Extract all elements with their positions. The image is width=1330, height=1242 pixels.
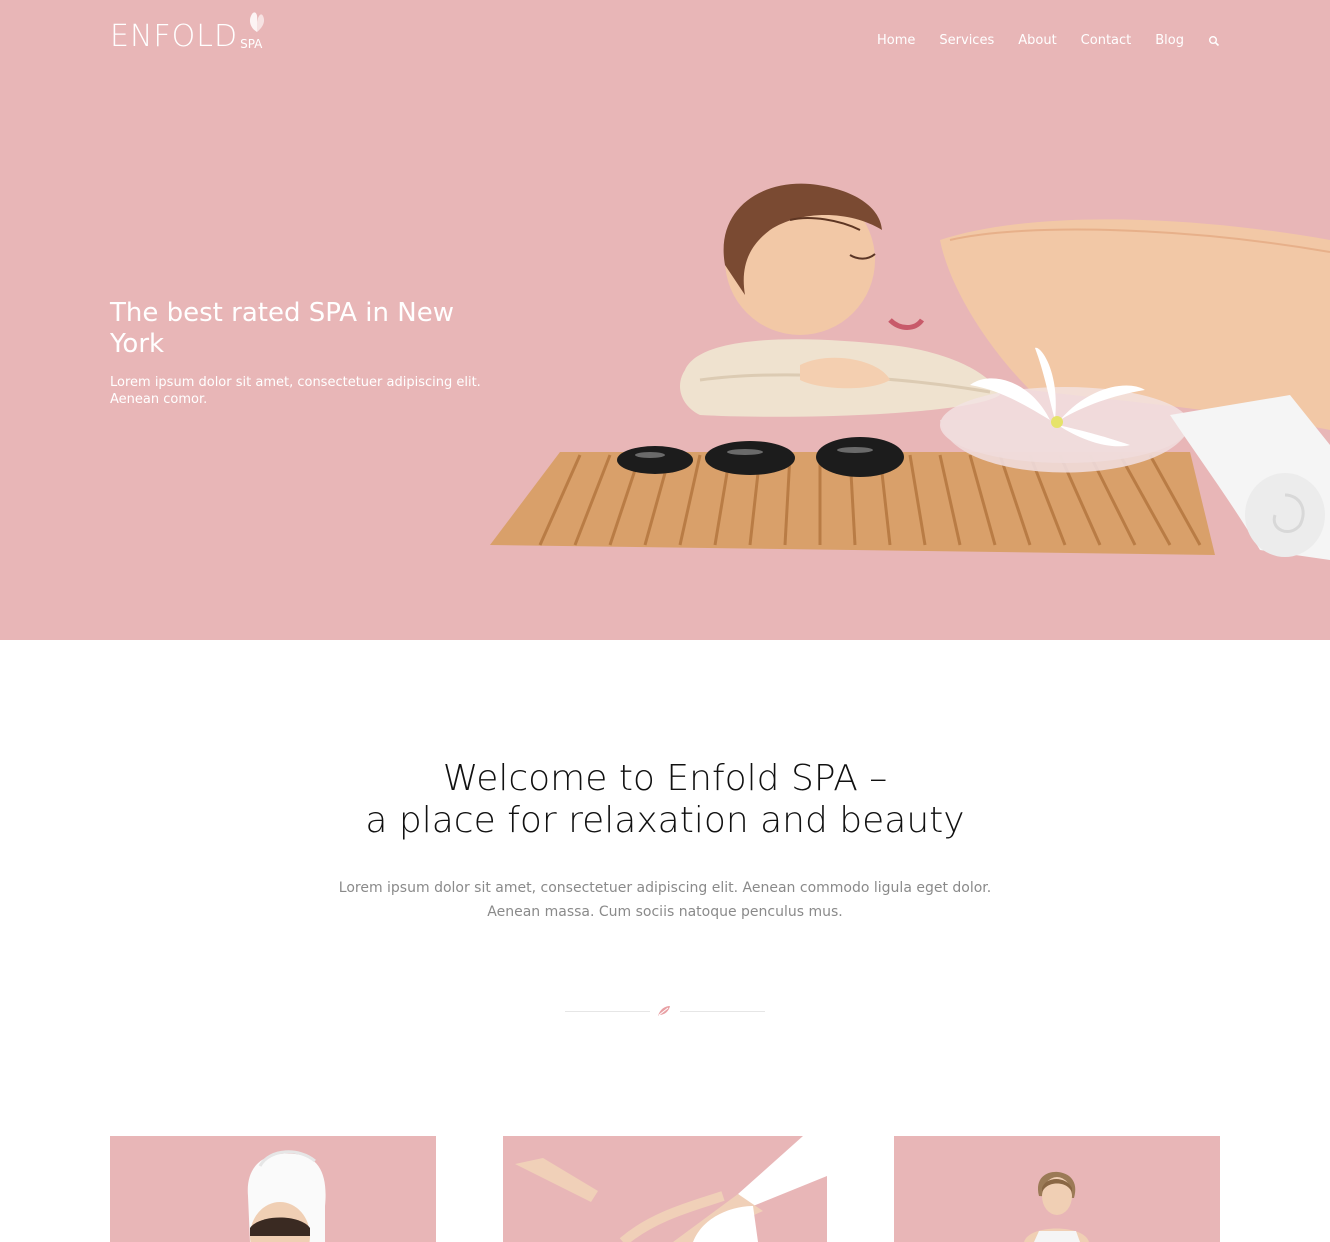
welcome-title-line1: Welcome to Enfold SPA – (442, 758, 888, 799)
card-image-stretching-woman (515, 1136, 827, 1242)
service-card-2[interactable] (503, 1136, 827, 1242)
card-image-towel-woman (247, 1150, 326, 1242)
welcome-text-line2: Aenean massa. Cum sociis natoque penculu… (487, 904, 843, 920)
logo-main-text: ENFOLD (110, 19, 239, 54)
divider-line-right (680, 1011, 765, 1012)
nav-item-about[interactable]: About (1018, 33, 1056, 48)
welcome-title-line2: a place for relaxation and beauty (365, 800, 965, 841)
logo[interactable]: ENFOLD SPA (110, 12, 265, 54)
hero-image (490, 183, 1330, 560)
logo-sub-text: SPA (240, 37, 263, 51)
nav-item-services[interactable]: Services (939, 33, 994, 48)
nav-item-home[interactable]: Home (877, 33, 915, 48)
service-card-3[interactable] (894, 1136, 1220, 1242)
welcome-title: Welcome to Enfold SPA – a place for rela… (0, 758, 1330, 842)
hero-title: The best rated SPA in New York (110, 298, 454, 359)
butterfly-icon (249, 12, 265, 32)
welcome-text-line1: Lorem ipsum dolor sit amet, consectetuer… (338, 880, 992, 896)
service-card-1[interactable] (110, 1136, 436, 1242)
leaf-icon (658, 1006, 670, 1016)
divider-line-left (565, 1011, 650, 1012)
nav-item-contact[interactable]: Contact (1081, 33, 1132, 48)
section-divider (565, 1004, 765, 1018)
welcome-text: Lorem ipsum dolor sit amet, consectetuer… (0, 876, 1330, 924)
nav-item-blog[interactable]: Blog (1155, 33, 1184, 48)
card-image-meditating-woman (1024, 1171, 1089, 1242)
search-icon[interactable] (1208, 35, 1220, 47)
hero-text: Lorem ipsum dolor sit amet, consectetuer… (110, 375, 481, 407)
hero-section: ENFOLD SPA Home Services About Contact B… (0, 0, 1330, 640)
main-nav: Home Services About Contact Blog (853, 33, 1220, 48)
